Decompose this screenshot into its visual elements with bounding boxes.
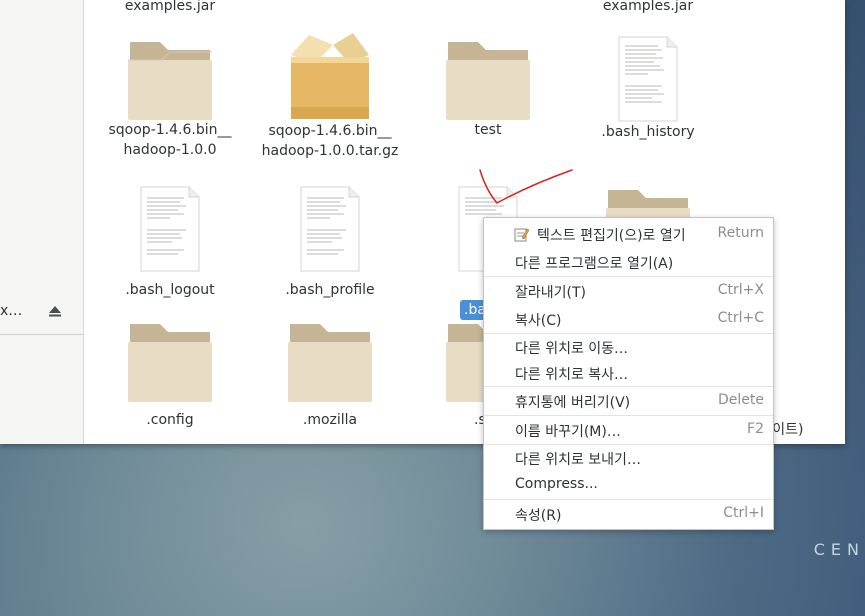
file-item[interactable]: test (408, 38, 568, 140)
file-item[interactable]: sqoop-1.4.6.bin__ hadoop-1.0.0.tar.gz (250, 33, 410, 161)
file-item[interactable]: .bash_logout (90, 186, 250, 300)
file-item[interactable]: .bash_profile (250, 186, 410, 300)
folder-icon (128, 324, 212, 402)
file-name: .config (146, 412, 194, 428)
file-name: .bash_logout (125, 282, 215, 298)
folder-icon (288, 324, 372, 402)
menu-item-shortcut: F2 (747, 421, 764, 437)
menu-item-shortcut: Ctrl+C (717, 310, 764, 326)
menu-item-label: 이름 바꾸기(M)… (515, 424, 621, 440)
menu-item-properties[interactable]: 속성(R) Ctrl+I (484, 500, 773, 528)
text-editor-icon (514, 228, 529, 242)
menu-item-open-with[interactable]: 다른 프로그램으로 열기(A) (484, 248, 773, 276)
file-item[interactable]: sqoop-1.4.6.bin__ hadoop-1.0.0 (90, 38, 250, 160)
menu-item-label: 휴지통에 버리기(V) (515, 395, 631, 411)
menu-item-label: 다른 위치로 이동… (515, 341, 629, 357)
menu-item-label: 텍스트 편집기(으)로 열기 (537, 228, 686, 244)
file-item[interactable]: .config (90, 320, 250, 430)
menu-item-label: 잘라내기(T) (515, 285, 586, 301)
menu-item-move-to-trash[interactable]: 휴지통에 버리기(V) Delete (484, 387, 773, 415)
menu-item-compress[interactable]: Compress... (484, 471, 773, 499)
text-document-icon (300, 186, 360, 272)
menu-item-send-to[interactable]: 다른 위치로 보내기… (484, 444, 773, 472)
menu-item-cut[interactable]: 잘라내기(T) Ctrl+X (484, 277, 773, 305)
menu-item-shortcut: Delete (718, 392, 764, 408)
menu-item-shortcut: Ctrl+X (717, 282, 764, 298)
menu-item-label: 다른 위치로 보내기… (515, 452, 641, 468)
menu-item-shortcut: Return (717, 225, 764, 241)
file-item[interactable]: examples.jar (90, 0, 250, 16)
desktop-brand-text: CEN (813, 540, 865, 559)
file-name: sqoop-1.4.6.bin__ hadoop-1.0.0 (108, 122, 232, 158)
file-name: .bash_history (601, 124, 695, 140)
text-document-icon (140, 186, 200, 272)
file-name: .bash_profile (285, 282, 375, 298)
menu-item-open-text-editor[interactable]: 텍스트 편집기(으)로 열기 Return (484, 220, 773, 248)
menu-item-copy-to[interactable]: 다른 위치로 복사… (484, 359, 773, 387)
sidebar: x… (0, 0, 84, 444)
eject-icon[interactable] (48, 304, 62, 318)
file-name: examples.jar (602, 0, 694, 14)
folder-icon (128, 42, 212, 120)
menu-item-copy[interactable]: 복사(C) Ctrl+C (484, 305, 773, 333)
file-name: examples.jar (124, 0, 216, 14)
file-name: sqoop-1.4.6.bin__ hadoop-1.0.0.tar.gz (261, 123, 399, 159)
file-name: .mozilla (302, 412, 358, 428)
menu-item-label: Compress... (515, 476, 598, 492)
file-item[interactable]: .bash_history (568, 36, 728, 142)
menu-item-label: 속성(R) (515, 508, 562, 524)
menu-item-move-to[interactable]: 다른 위치로 이동… (484, 333, 773, 361)
context-menu: 텍스트 편집기(으)로 열기 Return 다른 프로그램으로 열기(A) 잘라… (483, 217, 774, 530)
text-document-icon (618, 36, 678, 122)
menu-item-rename[interactable]: 이름 바꾸기(M)… F2 (484, 416, 773, 444)
menu-item-label: 복사(C) (515, 313, 562, 329)
folder-icon (446, 42, 530, 120)
sidebar-device-label: x… (0, 303, 23, 319)
file-item[interactable]: examples.jar (568, 0, 728, 16)
file-item[interactable]: .mozilla (250, 320, 410, 430)
archive-icon (291, 33, 369, 119)
menu-item-label: 다른 위치로 복사… (515, 367, 629, 383)
menu-item-label: 다른 프로그램으로 열기(A) (515, 256, 674, 272)
file-name: test (474, 122, 502, 138)
menu-item-shortcut: Ctrl+I (723, 505, 764, 521)
sidebar-device-row[interactable]: x… (0, 290, 83, 335)
